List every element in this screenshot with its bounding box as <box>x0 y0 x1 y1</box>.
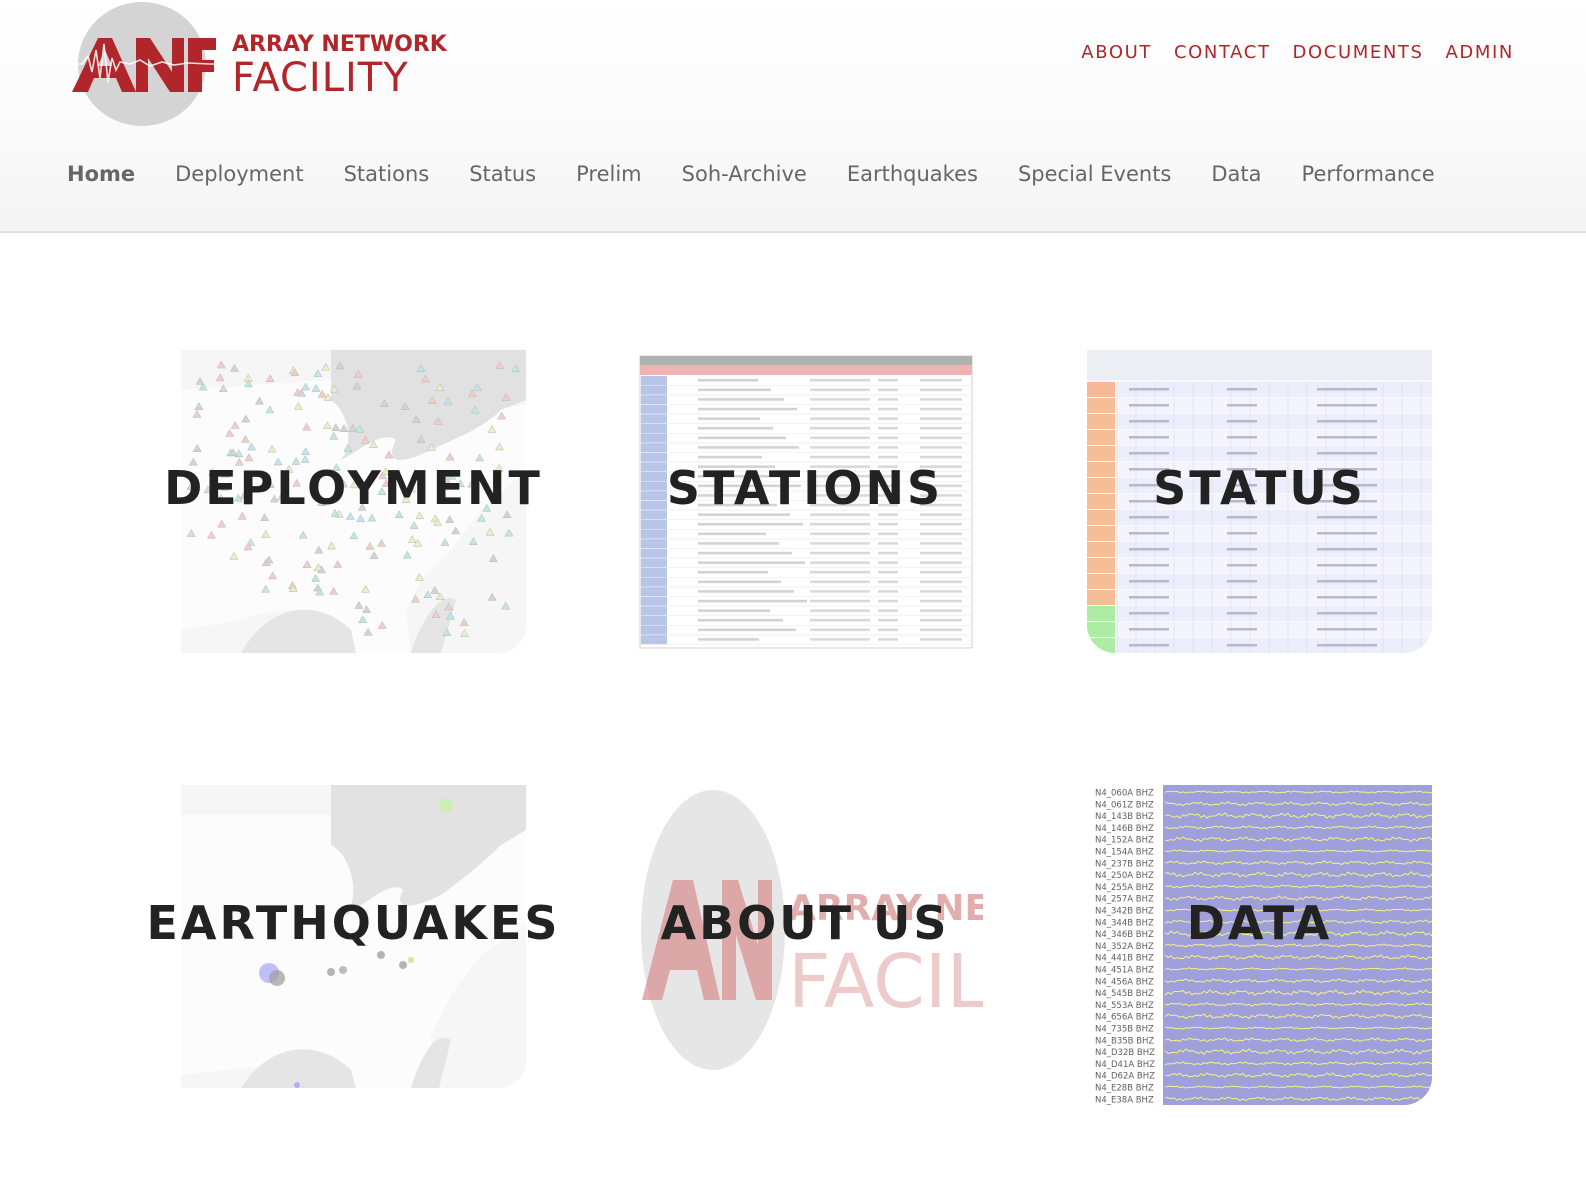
nav-prelim[interactable]: Prelim <box>576 162 642 186</box>
nav-soh-archive[interactable]: Soh-Archive <box>682 162 807 186</box>
tile-about-us-label[interactable]: ABOUT US <box>661 896 950 950</box>
logo-line-array-network: ARRAY NETWORK <box>232 32 447 57</box>
anf-logo[interactable]: ARRAY NETWORK FACILITY <box>70 0 450 130</box>
tile-earthquakes-label[interactable]: EARTHQUAKES <box>146 896 560 950</box>
tile-stations-label[interactable]: STATIONS <box>667 461 943 515</box>
tile-status-label[interactable]: STATUS <box>1153 461 1366 515</box>
nav-earthquakes[interactable]: Earthquakes <box>847 162 978 186</box>
logo-wordmark: ARRAY NETWORK FACILITY <box>232 32 447 101</box>
logo-line-facility: FACILITY <box>232 55 409 101</box>
utility-nav: ABOUT CONTACT DOCUMENTS ADMIN <box>1081 42 1514 63</box>
documents-link[interactable]: DOCUMENTS <box>1293 42 1424 63</box>
about-link[interactable]: ABOUT <box>1081 42 1152 63</box>
admin-link[interactable]: ADMIN <box>1446 42 1514 63</box>
main-nav: Home Deployment Stations Status Prelim S… <box>67 162 1435 186</box>
tile-data-label[interactable]: DATA <box>1187 896 1333 950</box>
contact-link[interactable]: CONTACT <box>1174 42 1271 63</box>
nav-deployment[interactable]: Deployment <box>175 162 303 186</box>
nav-special-events[interactable]: Special Events <box>1018 162 1171 186</box>
nav-home[interactable]: Home <box>67 162 135 186</box>
logo-anf-mark <box>70 38 228 92</box>
nav-performance[interactable]: Performance <box>1302 162 1435 186</box>
site-header: ARRAY NETWORK FACILITY ABOUT CONTACT DOC… <box>0 0 1586 233</box>
tile-deployment-label[interactable]: DEPLOYMENT <box>164 461 543 515</box>
nav-stations[interactable]: Stations <box>344 162 430 186</box>
nav-status[interactable]: Status <box>469 162 536 186</box>
nav-data[interactable]: Data <box>1211 162 1261 186</box>
